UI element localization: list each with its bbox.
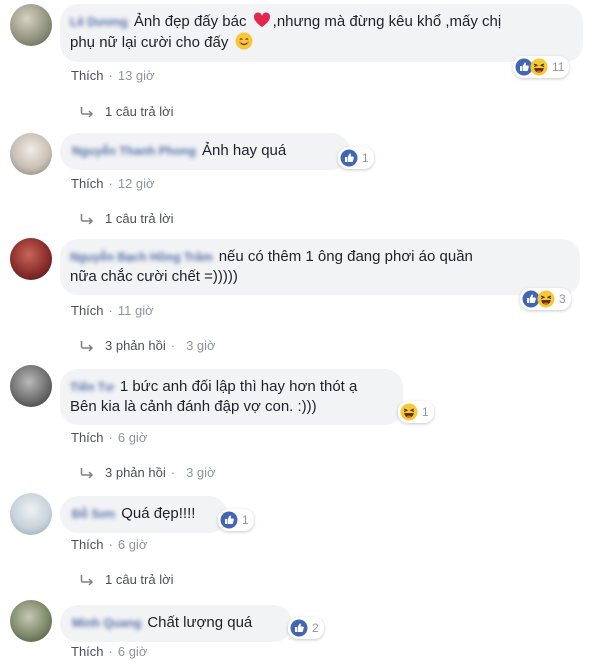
- replies-time: 3 giờ: [186, 338, 216, 353]
- separator-dot: ·: [108, 644, 113, 659]
- like-link[interactable]: Thích: [71, 176, 104, 191]
- reaction-summary[interactable]: 1: [398, 401, 434, 423]
- comment-author[interactable]: Tiến Tư: [70, 380, 114, 394]
- haha-reaction-icon: [400, 403, 418, 421]
- reaction-summary[interactable]: 2: [288, 617, 324, 639]
- comment-text: phụ nữ lại cười cho đấy: [70, 34, 229, 51]
- separator-dot: ·: [170, 465, 176, 480]
- avatar[interactable]: [10, 238, 52, 280]
- comment-bubble: Tiến Tư 1 bức anh đối lập thì hay hơn thó…: [60, 369, 403, 425]
- separator-dot: ·: [108, 430, 113, 445]
- reaction-summary[interactable]: 3: [520, 288, 571, 310]
- replies-label[interactable]: 3 phản hồi: [105, 338, 166, 353]
- comment-actions: Thích · 6 giờ: [71, 537, 147, 552]
- replies-label[interactable]: 1 câu trả lời: [105, 104, 174, 119]
- comment-text: Chất lượng quá: [147, 614, 253, 631]
- comment-actions: Thích · 6 giờ: [71, 644, 147, 659]
- reply-arrow-icon: [80, 574, 94, 586]
- like-link[interactable]: Thích: [71, 68, 104, 83]
- comment-text: nếu có thêm 1 ông đang phơi áo quần: [218, 248, 473, 265]
- view-replies-link[interactable]: 1 câu trả lời: [80, 572, 174, 587]
- comment-time[interactable]: 12 giờ: [118, 176, 155, 191]
- separator-dot: ·: [108, 68, 113, 83]
- comment-time[interactable]: 6 giờ: [118, 430, 148, 445]
- like-link[interactable]: Thích: [71, 430, 104, 445]
- reaction-summary[interactable]: 1: [338, 147, 374, 169]
- replies-time: 3 giờ: [186, 465, 216, 480]
- comment-bubble: Lê Dương Ảnh đẹp đấy bác ,nhưng mà đừng k…: [60, 4, 583, 62]
- like-reaction-icon: [340, 149, 358, 167]
- reaction-count: 3: [559, 292, 566, 306]
- view-replies-link[interactable]: 1 câu trả lời: [80, 211, 174, 226]
- like-reaction-icon: [220, 511, 238, 529]
- avatar[interactable]: [10, 133, 52, 175]
- comment-time[interactable]: 13 giờ: [118, 68, 155, 83]
- avatar[interactable]: [10, 493, 52, 535]
- reply-arrow-icon: [80, 340, 94, 352]
- comment-author[interactable]: Minh Quang: [72, 616, 141, 630]
- comment-actions: Thích · 12 giờ: [71, 176, 155, 191]
- comment-author[interactable]: Đỗ Sơn: [72, 507, 115, 521]
- comment-actions: Thích · 11 giờ: [71, 303, 154, 318]
- view-replies-link[interactable]: 3 phản hồi · 3 giờ: [80, 465, 216, 480]
- comment-time[interactable]: 11 giờ: [118, 303, 154, 318]
- reaction-count: 1: [422, 405, 429, 419]
- haha-reaction-icon: [530, 58, 548, 76]
- heart-emoji-icon: [253, 12, 271, 28]
- comment-author[interactable]: Nguyễn Thanh Phong: [72, 144, 196, 158]
- replies-label[interactable]: 3 phản hồi: [105, 465, 166, 480]
- reaction-summary[interactable]: 11: [513, 56, 570, 78]
- reaction-count: 1: [242, 513, 249, 527]
- like-reaction-icon: [290, 619, 308, 637]
- comment-author[interactable]: Lê Dương: [70, 15, 128, 29]
- avatar[interactable]: [10, 600, 52, 642]
- like-link[interactable]: Thích: [71, 644, 104, 659]
- comment-author[interactable]: Nguyễn Bạch Hồng Trâm: [70, 250, 213, 264]
- separator-dot: ·: [108, 176, 113, 191]
- comment-actions: Thích · 6 giờ: [71, 430, 147, 445]
- comment-bubble: Nguyễn Thanh Phong Ảnh hay quá: [60, 133, 350, 170]
- reaction-summary[interactable]: 1: [218, 509, 254, 531]
- separator-dot: ·: [170, 338, 176, 353]
- view-replies-link[interactable]: 1 câu trả lời: [80, 104, 174, 119]
- comment-text: ,nhưng mà đừng kêu khổ ,mấy chị: [272, 13, 502, 30]
- replies-label[interactable]: 1 câu trả lời: [105, 572, 174, 587]
- reaction-count: 2: [312, 621, 319, 635]
- haha-reaction-icon: [537, 290, 555, 308]
- separator-dot: ·: [108, 303, 113, 318]
- smile-emoji-icon: [235, 32, 253, 50]
- comment-bubble: Nguyễn Bạch Hồng Trâm nếu có thêm 1 ông đ…: [60, 239, 580, 295]
- replies-label[interactable]: 1 câu trả lời: [105, 211, 174, 226]
- comment-time[interactable]: 6 giờ: [118, 537, 148, 552]
- view-replies-link[interactable]: 3 phản hồi · 3 giờ: [80, 338, 216, 353]
- avatar[interactable]: [10, 365, 52, 407]
- like-link[interactable]: Thích: [71, 537, 104, 552]
- separator-dot: ·: [108, 537, 113, 552]
- comment-text: Quá đẹp!!!!: [121, 505, 196, 522]
- avatar[interactable]: [10, 4, 52, 46]
- reply-arrow-icon: [80, 106, 94, 118]
- reaction-count: 11: [552, 60, 565, 74]
- comment-text: 1 bức anh đối lập thì hay hơn thót ạ: [119, 378, 358, 395]
- comment-actions: Thích · 13 giờ: [71, 68, 155, 83]
- comment-text: Ảnh hay quá: [202, 142, 287, 159]
- comment-text: nữa chắc cười chết =))))): [70, 268, 238, 285]
- comment-text: Ảnh đẹp đấy bác: [133, 13, 247, 30]
- comment-time[interactable]: 6 giờ: [118, 644, 148, 659]
- reply-arrow-icon: [80, 467, 94, 479]
- like-link[interactable]: Thích: [71, 303, 104, 318]
- comment-bubble: Minh Quang Chất lượng quá: [60, 605, 292, 642]
- reply-arrow-icon: [80, 213, 94, 225]
- comment-text: Bên kia là cảnh đánh đập vợ con. :))): [70, 398, 317, 415]
- reaction-count: 1: [362, 151, 369, 165]
- comment-bubble: Đỗ Sơn Quá đẹp!!!!: [60, 496, 227, 533]
